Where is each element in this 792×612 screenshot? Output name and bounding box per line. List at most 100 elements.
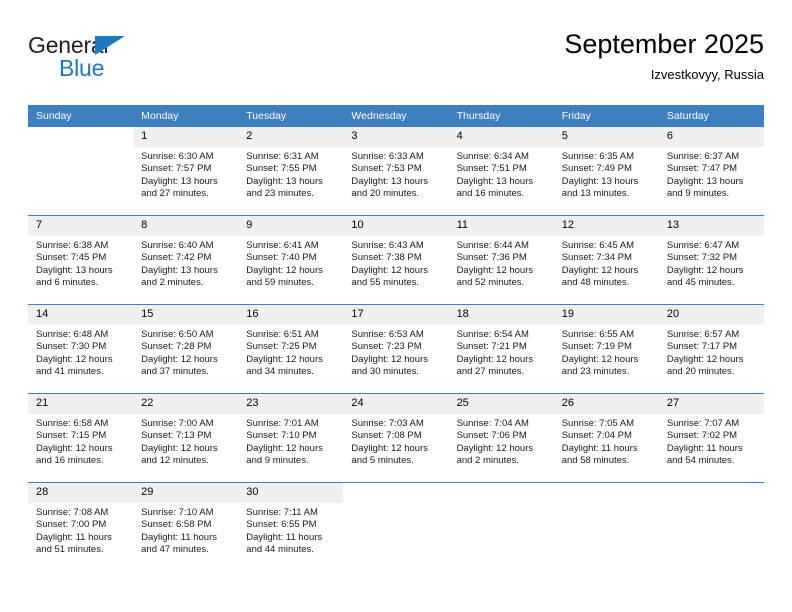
day-cell-inner: 21 Sunrise: 6:58 AM Sunset: 7:15 PM Dayligh… <box>28 394 134 482</box>
sunrise-text: Sunrise: 6:30 AM <box>141 151 214 162</box>
calendar-day-cell[interactable]: 26 Sunrise: 7:05 AM Sunset: 7:04 PM Dayligh… <box>553 393 659 483</box>
calendar-page: General Blue September 2025 Izvestkovyy,… <box>0 0 792 612</box>
calendar-day-cell[interactable]: 14 Sunrise: 6:48 AM Sunset: 7:30 PM Dayligh… <box>28 304 134 394</box>
calendar-day-cell[interactable]: 13 Sunrise: 6:47 AM Sunset: 7:32 PM Dayligh… <box>658 215 764 305</box>
day-number: 29 <box>133 483 239 503</box>
calendar-day-cell[interactable]: 16 Sunrise: 6:51 AM Sunset: 7:25 PM Dayligh… <box>238 304 344 394</box>
calendar-day-cell[interactable]: 29 Sunrise: 7:10 AM Sunset: 6:58 PM Dayligh… <box>133 482 239 571</box>
day-cell-inner: 7 Sunrise: 6:38 AM Sunset: 7:45 PM Daylight… <box>28 216 134 304</box>
calendar-day-cell[interactable]: 1 Sunrise: 6:30 AM Sunset: 7:57 PM Daylight… <box>133 126 239 216</box>
daylight-text: Daylight: 13 hours and 6 minutes. <box>36 264 113 289</box>
day-cell-inner <box>449 483 554 571</box>
sunset-text: Sunset: 7:06 PM <box>456 430 527 442</box>
weekday-header-sunday: Sunday <box>28 105 134 127</box>
calendar-day-cell[interactable]: 20 Sunrise: 6:57 AM Sunset: 7:17 PM Dayligh… <box>658 304 764 394</box>
general-blue-logo[interactable]: General Blue <box>28 34 208 90</box>
sunset-text: Sunset: 7:17 PM <box>666 341 738 353</box>
sunrise-text: Sunrise: 7:08 AM <box>36 507 109 518</box>
calendar-week-row: 21 Sunrise: 6:58 AM Sunset: 7:15 PM Dayligh… <box>28 393 764 483</box>
sunrise-text: Sunrise: 6:51 AM <box>246 329 319 340</box>
calendar-day-cell[interactable]: 25 Sunrise: 7:04 AM Sunset: 7:06 PM Dayligh… <box>448 393 554 483</box>
daylight-text: Daylight: 13 hours and 16 minutes. <box>456 175 534 200</box>
calendar-day-cell[interactable]: 23 Sunrise: 7:01 AM Sunset: 7:10 PM Dayligh… <box>238 393 344 483</box>
calendar-day-cell[interactable]: 30 Sunrise: 7:11 AM Sunset: 6:55 PM Dayligh… <box>238 482 344 571</box>
day-cell-inner: 22 Sunrise: 7:00 AM Sunset: 7:13 PM Dayligh… <box>133 394 239 482</box>
day-number: 12 <box>553 216 659 236</box>
day-detail: Sunrise: 7:04 AM Sunset: 7:06 PM Daylight:… <box>449 414 554 468</box>
daylight-text: Daylight: 13 hours and 9 minutes. <box>666 175 744 200</box>
calendar-day-cell[interactable]: 3 Sunrise: 6:33 AM Sunset: 7:53 PM Daylight… <box>343 126 449 216</box>
day-cell-inner <box>554 483 659 571</box>
daylight-text: Daylight: 11 hours and 54 minutes. <box>666 442 743 467</box>
sunset-text: Sunset: 7:25 PM <box>246 341 317 353</box>
day-number: 7 <box>28 216 134 236</box>
day-cell-inner: 15 Sunrise: 6:50 AM Sunset: 7:28 PM Dayligh… <box>133 305 239 393</box>
day-detail: Sunrise: 6:33 AM Sunset: 7:53 PM Daylight:… <box>343 147 448 201</box>
sunset-text: Sunset: 7:53 PM <box>351 163 422 175</box>
day-detail: Sunrise: 6:34 AM Sunset: 7:51 PM Daylight:… <box>449 147 554 201</box>
calendar-week-row: 7 Sunrise: 6:38 AM Sunset: 7:45 PM Daylight… <box>28 215 764 305</box>
sunset-text: Sunset: 7:23 PM <box>351 341 422 353</box>
sunrise-text: Sunrise: 7:07 AM <box>666 418 740 429</box>
day-cell-inner: 19 Sunrise: 6:55 AM Sunset: 7:19 PM Dayligh… <box>553 305 659 393</box>
calendar-day-cell[interactable]: 8 Sunrise: 6:40 AM Sunset: 7:42 PM Daylight… <box>133 215 239 305</box>
sunset-text: Sunset: 7:49 PM <box>561 163 632 175</box>
calendar-day-cell-empty <box>553 482 659 571</box>
sunset-text: Sunset: 7:47 PM <box>666 163 738 175</box>
calendar-day-cell[interactable]: 11 Sunrise: 6:44 AM Sunset: 7:36 PM Dayligh… <box>448 215 554 305</box>
calendar-week-row: 28 Sunrise: 7:08 AM Sunset: 7:00 PM Dayligh… <box>28 482 764 571</box>
sunrise-text: Sunrise: 6:47 AM <box>666 240 740 251</box>
day-number: 6 <box>658 127 764 147</box>
day-number: 10 <box>343 216 449 236</box>
day-detail: Sunrise: 7:00 AM Sunset: 7:13 PM Daylight:… <box>133 414 238 468</box>
calendar-day-cell[interactable]: 21 Sunrise: 6:58 AM Sunset: 7:15 PM Dayligh… <box>28 393 134 483</box>
day-cell-inner <box>343 483 448 571</box>
day-cell-inner: 25 Sunrise: 7:04 AM Sunset: 7:06 PM Dayligh… <box>448 394 554 482</box>
calendar-day-cell[interactable]: 7 Sunrise: 6:38 AM Sunset: 7:45 PM Daylight… <box>28 215 134 305</box>
sunrise-text: Sunrise: 7:10 AM <box>141 507 214 518</box>
day-cell-inner: 11 Sunrise: 6:44 AM Sunset: 7:36 PM Dayligh… <box>448 216 554 304</box>
calendar-day-cell[interactable]: 10 Sunrise: 6:43 AM Sunset: 7:38 PM Dayligh… <box>343 215 449 305</box>
day-cell-inner: 24 Sunrise: 7:03 AM Sunset: 7:08 PM Dayligh… <box>343 394 449 482</box>
day-detail: Sunrise: 6:47 AM Sunset: 7:32 PM Daylight:… <box>659 236 764 290</box>
weekday-header-tuesday: Tuesday <box>238 105 344 127</box>
calendar-day-cell[interactable]: 19 Sunrise: 6:55 AM Sunset: 7:19 PM Dayligh… <box>553 304 659 394</box>
calendar-table: Sunday Monday Tuesday Wednesday Thursday… <box>28 105 764 571</box>
day-number: 18 <box>448 305 554 325</box>
sunrise-text: Sunrise: 6:50 AM <box>141 329 214 340</box>
day-number: 23 <box>238 394 344 414</box>
page-header: General Blue September 2025 Izvestkovyy,… <box>28 28 764 96</box>
calendar-day-cell[interactable]: 4 Sunrise: 6:34 AM Sunset: 7:51 PM Daylight… <box>448 126 554 216</box>
day-cell-inner: 27 Sunrise: 7:07 AM Sunset: 7:02 PM Dayligh… <box>658 394 764 482</box>
sunset-text: Sunset: 7:13 PM <box>141 430 212 442</box>
sunrise-text: Sunrise: 6:31 AM <box>246 151 319 162</box>
calendar-day-cell[interactable]: 18 Sunrise: 6:54 AM Sunset: 7:21 PM Dayligh… <box>448 304 554 394</box>
sunset-text: Sunset: 7:15 PM <box>36 430 107 442</box>
day-number: 27 <box>658 394 764 414</box>
calendar-day-cell[interactable]: 9 Sunrise: 6:41 AM Sunset: 7:40 PM Daylight… <box>238 215 344 305</box>
day-detail: Sunrise: 6:51 AM Sunset: 7:25 PM Daylight:… <box>238 325 343 379</box>
sunset-text: Sunset: 7:32 PM <box>666 252 738 264</box>
calendar-day-cell[interactable]: 27 Sunrise: 7:07 AM Sunset: 7:02 PM Dayligh… <box>658 393 764 483</box>
calendar-day-cell[interactable]: 24 Sunrise: 7:03 AM Sunset: 7:08 PM Dayligh… <box>343 393 449 483</box>
sunset-text: Sunset: 7:45 PM <box>36 252 107 264</box>
day-detail: Sunrise: 7:10 AM Sunset: 6:58 PM Daylight:… <box>133 503 238 557</box>
calendar-day-cell[interactable]: 22 Sunrise: 7:00 AM Sunset: 7:13 PM Dayligh… <box>133 393 239 483</box>
sunset-text: Sunset: 7:55 PM <box>246 163 317 175</box>
calendar-day-cell[interactable]: 12 Sunrise: 6:45 AM Sunset: 7:34 PM Dayligh… <box>553 215 659 305</box>
calendar-day-cell[interactable]: 2 Sunrise: 6:31 AM Sunset: 7:55 PM Daylight… <box>238 126 344 216</box>
day-cell-inner: 5 Sunrise: 6:35 AM Sunset: 7:49 PM Daylight… <box>553 127 659 215</box>
sunset-text: Sunset: 7:21 PM <box>456 341 527 353</box>
calendar-day-cell[interactable]: 6 Sunrise: 6:37 AM Sunset: 7:47 PM Daylight… <box>658 126 764 216</box>
day-detail: Sunrise: 6:43 AM Sunset: 7:38 PM Daylight:… <box>343 236 448 290</box>
day-number <box>449 483 554 503</box>
daylight-text: Daylight: 11 hours and 51 minutes. <box>36 531 112 556</box>
calendar-day-cell[interactable]: 28 Sunrise: 7:08 AM Sunset: 7:00 PM Dayligh… <box>28 482 134 571</box>
daylight-text: Daylight: 13 hours and 27 minutes. <box>141 175 218 200</box>
calendar-day-cell[interactable]: 15 Sunrise: 6:50 AM Sunset: 7:28 PM Dayligh… <box>133 304 239 394</box>
day-detail: Sunrise: 6:55 AM Sunset: 7:19 PM Daylight:… <box>554 325 659 379</box>
calendar-day-cell[interactable]: 5 Sunrise: 6:35 AM Sunset: 7:49 PM Daylight… <box>553 126 659 216</box>
sunrise-text: Sunrise: 6:38 AM <box>36 240 109 251</box>
daylight-text: Daylight: 12 hours and 16 minutes. <box>36 442 113 467</box>
calendar-day-cell[interactable]: 17 Sunrise: 6:53 AM Sunset: 7:23 PM Dayligh… <box>343 304 449 394</box>
